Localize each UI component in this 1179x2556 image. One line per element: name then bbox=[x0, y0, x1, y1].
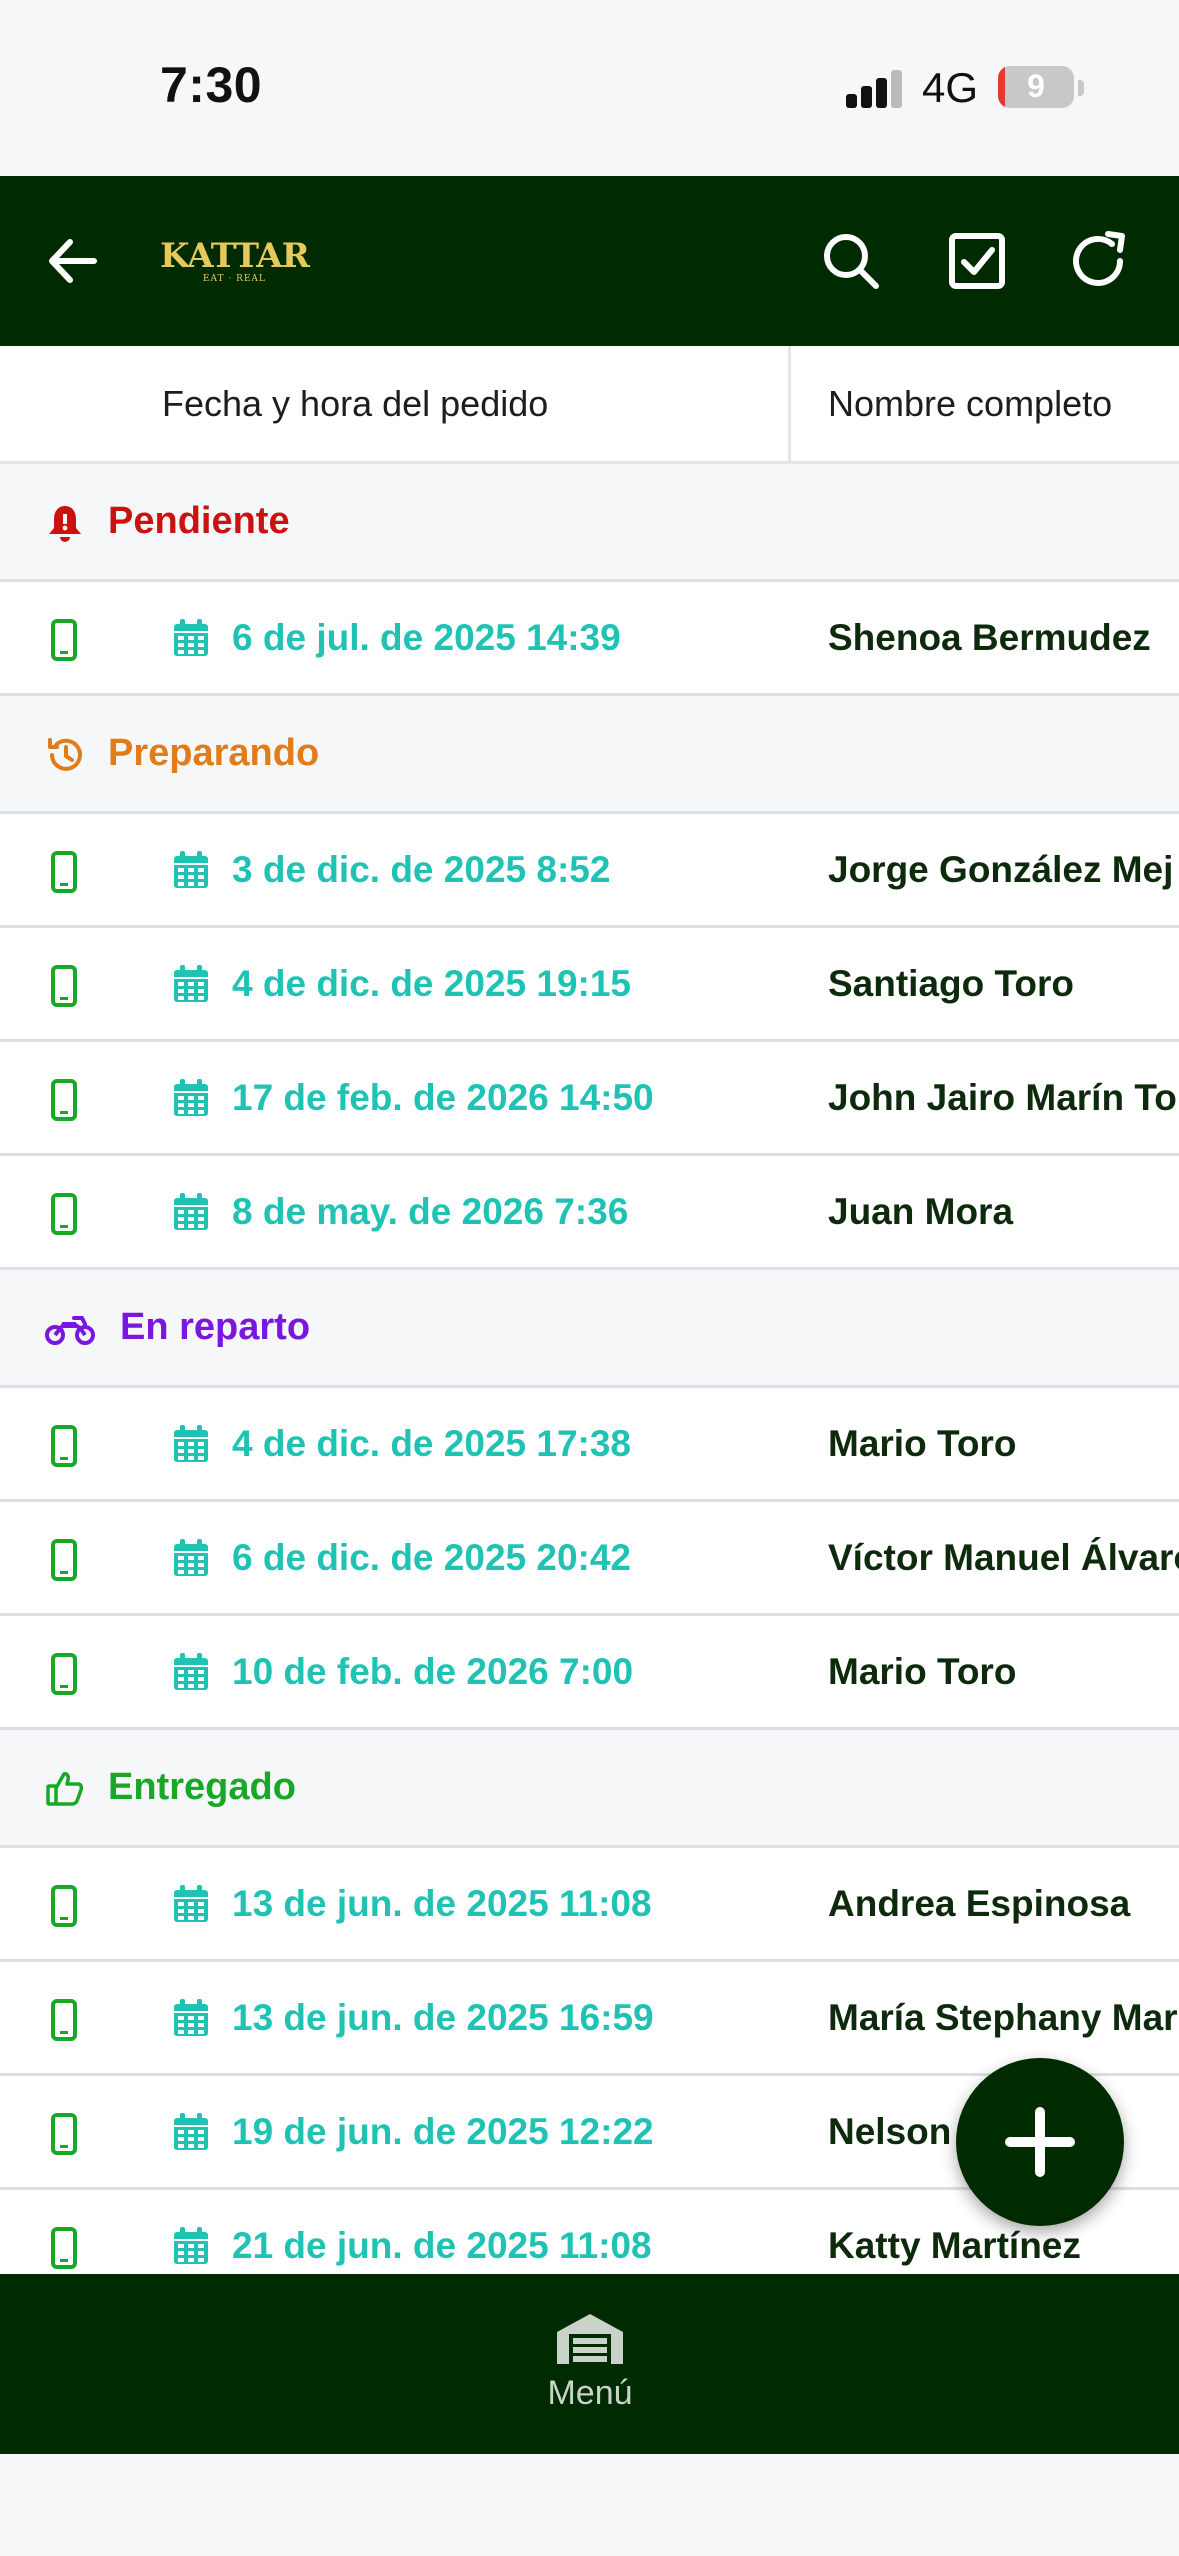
phone-icon bbox=[50, 1424, 78, 1468]
table-header: Fecha y hora del pedido Nombre completo bbox=[0, 346, 1179, 464]
column-header-date[interactable]: Fecha y hora del pedido bbox=[162, 346, 548, 461]
table-row[interactable]: 8 de may. de 2026 7:36 Juan Mora bbox=[0, 1156, 1179, 1270]
calendar-icon bbox=[172, 618, 210, 658]
table-row[interactable]: 4 de dic. de 2025 19:15 Santiago Toro bbox=[0, 928, 1179, 1042]
order-date: 8 de may. de 2026 7:36 bbox=[232, 1191, 629, 1232]
group-label: Preparando bbox=[108, 732, 320, 774]
history-icon bbox=[44, 734, 86, 776]
order-date: 13 de jun. de 2025 11:08 bbox=[232, 1883, 652, 1924]
calendar-icon bbox=[172, 1998, 210, 2038]
motorcycle-icon bbox=[44, 1308, 95, 1350]
order-date: 4 de dic. de 2025 19:15 bbox=[232, 963, 632, 1004]
checkbox-icon[interactable] bbox=[942, 226, 1012, 296]
orders-list: Pendiente 6 de jul. de 2025 14:39 Shenoa B… bbox=[0, 464, 1179, 2304]
home-indicator-area bbox=[0, 2454, 1179, 2556]
battery-icon: 9 bbox=[998, 66, 1074, 108]
phone-icon bbox=[50, 964, 78, 1008]
bell-icon bbox=[44, 502, 86, 544]
phone-icon bbox=[50, 1538, 78, 1582]
warehouse-icon bbox=[557, 2314, 623, 2364]
table-row[interactable]: 13 de jun. de 2025 11:08 Andrea Espinosa bbox=[0, 1848, 1179, 1962]
customer-name: Mario Toro bbox=[828, 1651, 1017, 1692]
plus-icon bbox=[1005, 2107, 1075, 2177]
group-header-preparando[interactable]: Preparando bbox=[0, 696, 1179, 814]
network-type: 4G bbox=[922, 64, 979, 111]
back-arrow-icon[interactable] bbox=[38, 226, 108, 296]
phone-icon bbox=[50, 1192, 78, 1236]
table-row[interactable]: 13 de jun. de 2025 16:59 María Stephany M… bbox=[0, 1962, 1179, 2076]
customer-name: Juan Mora bbox=[828, 1191, 1014, 1232]
phone-icon bbox=[50, 2226, 78, 2270]
calendar-icon bbox=[172, 1538, 210, 1578]
table-row[interactable]: 6 de jul. de 2025 14:39 Shenoa Bermudez bbox=[0, 582, 1179, 696]
group-label: Pendiente bbox=[108, 500, 290, 542]
phone-icon bbox=[50, 1078, 78, 1122]
app-bar: KATTAR EAT · REAL bbox=[0, 176, 1179, 346]
group-header-entregado[interactable]: Entregado bbox=[0, 1730, 1179, 1848]
phone-icon bbox=[50, 618, 78, 662]
search-icon[interactable] bbox=[816, 226, 886, 296]
group-label: En reparto bbox=[120, 1306, 311, 1348]
nav-item-menu[interactable]: Menú bbox=[520, 2310, 660, 2420]
logo-brand: KATTAR bbox=[160, 236, 310, 276]
battery-percent: 9 bbox=[1027, 68, 1045, 104]
group-label: Entregado bbox=[108, 1766, 296, 1808]
order-date: 4 de dic. de 2025 17:38 bbox=[232, 1423, 632, 1464]
customer-name: Santiago Toro bbox=[828, 963, 1074, 1004]
customer-name: John Jairo Marín To bbox=[828, 1077, 1177, 1118]
phone-icon bbox=[50, 1652, 78, 1696]
refresh-icon[interactable] bbox=[1064, 226, 1134, 296]
phone-icon bbox=[50, 1998, 78, 2042]
table-row[interactable]: 10 de feb. de 2026 7:00 Mario Toro bbox=[0, 1616, 1179, 1730]
status-time: 7:30 bbox=[160, 57, 263, 113]
column-header-name[interactable]: Nombre completo bbox=[828, 346, 1112, 461]
calendar-icon bbox=[172, 850, 210, 890]
column-divider[interactable] bbox=[788, 346, 791, 461]
phone-icon bbox=[50, 850, 78, 894]
order-date: 10 de feb. de 2026 7:00 bbox=[232, 1651, 634, 1692]
customer-name: Andrea Espinosa bbox=[828, 1883, 1131, 1924]
calendar-icon bbox=[172, 2226, 210, 2266]
group-header-en-reparto[interactable]: En reparto bbox=[0, 1270, 1179, 1388]
table-row[interactable]: 3 de dic. de 2025 8:52 Jorge González Mej bbox=[0, 814, 1179, 928]
group-header-pendiente[interactable]: Pendiente bbox=[0, 464, 1179, 582]
calendar-icon bbox=[172, 2112, 210, 2152]
calendar-icon bbox=[172, 1884, 210, 1924]
calendar-icon bbox=[172, 1078, 210, 1118]
status-bar: 7:30 4G 9 bbox=[0, 0, 1179, 176]
customer-name: Jorge González Mej bbox=[828, 849, 1174, 890]
bottom-navigation: Menú bbox=[0, 2274, 1179, 2454]
table-row[interactable]: 17 de feb. de 2026 14:50 John Jairo Marín… bbox=[0, 1042, 1179, 1156]
add-order-button[interactable] bbox=[956, 2058, 1124, 2226]
table-row[interactable]: 4 de dic. de 2025 17:38 Mario Toro bbox=[0, 1388, 1179, 1502]
customer-name: María Stephany Mar bbox=[828, 1997, 1178, 2038]
phone-icon bbox=[50, 1884, 78, 1928]
nav-label-menu: Menú bbox=[547, 2374, 633, 2412]
order-date: 6 de jul. de 2025 14:39 bbox=[232, 617, 621, 658]
order-date: 13 de jun. de 2025 16:59 bbox=[232, 1997, 654, 2038]
order-date: 17 de feb. de 2026 14:50 bbox=[232, 1077, 654, 1118]
customer-name: Víctor Manuel Álvaro bbox=[828, 1537, 1179, 1578]
battery-tip bbox=[1078, 80, 1084, 96]
kattar-logo: KATTAR EAT · REAL bbox=[160, 236, 310, 284]
calendar-icon bbox=[172, 1652, 210, 1692]
calendar-icon bbox=[172, 1192, 210, 1232]
order-date: 3 de dic. de 2025 8:52 bbox=[232, 849, 611, 890]
order-date: 6 de dic. de 2025 20:42 bbox=[232, 1537, 632, 1578]
calendar-icon bbox=[172, 1424, 210, 1464]
thumbs-up-icon bbox=[44, 1768, 86, 1810]
signal-icon bbox=[846, 70, 904, 108]
table-row[interactable]: 6 de dic. de 2025 20:42 Víctor Manuel Álv… bbox=[0, 1502, 1179, 1616]
customer-name: Mario Toro bbox=[828, 1423, 1017, 1464]
calendar-icon bbox=[172, 964, 210, 1004]
customer-name: Shenoa Bermudez bbox=[828, 617, 1151, 658]
phone-icon bbox=[50, 2112, 78, 2156]
order-date: 19 de jun. de 2025 12:22 bbox=[232, 2111, 654, 2152]
